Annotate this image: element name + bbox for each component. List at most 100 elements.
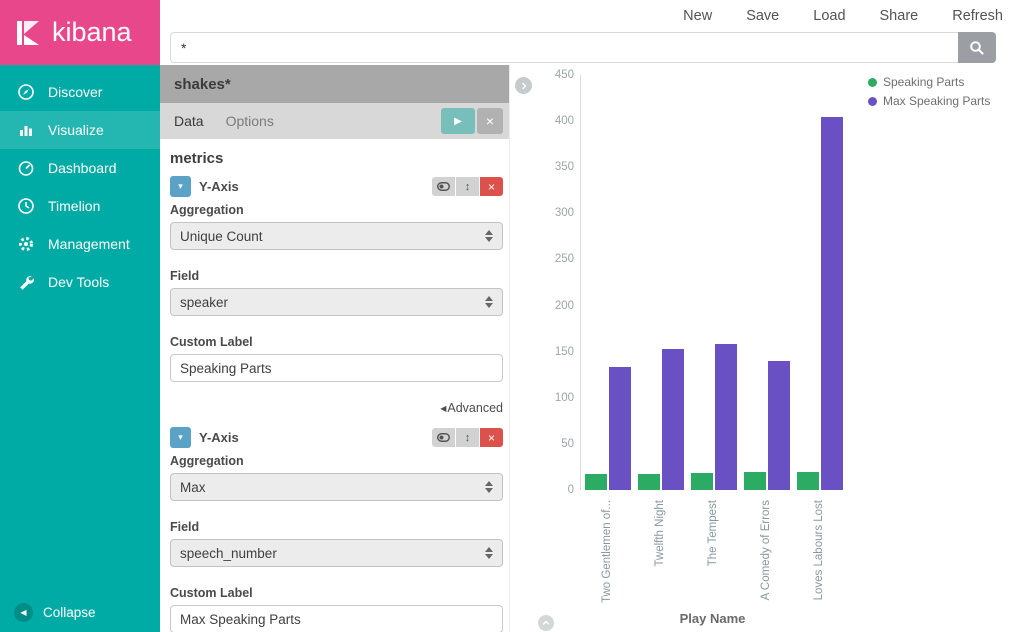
bar-series2[interactable] (768, 361, 790, 490)
caret-left-icon: ◀ (440, 404, 446, 413)
collapse-bottom-button[interactable] (538, 615, 554, 631)
bar-series2[interactable] (821, 117, 843, 491)
y-tick-label: 250 (510, 253, 574, 265)
field-group: Field speaker (170, 269, 503, 316)
x-axis-label: Loves Labours Lost (813, 500, 825, 610)
close-icon: × (488, 431, 495, 445)
legend-item[interactable]: Speaking Parts (868, 75, 990, 89)
select-value: speaker (180, 295, 228, 310)
save-button[interactable]: Save (746, 8, 779, 24)
wrench-icon (16, 273, 36, 291)
sidebar-item-dev-tools[interactable]: Dev Tools (0, 263, 160, 301)
custom-label-group: Custom Label (170, 586, 503, 632)
search-button[interactable] (958, 32, 996, 63)
x-axis-label: Two Gentlemen of... (601, 500, 613, 610)
field-label: Field (170, 520, 503, 534)
advanced-label: Advanced (447, 401, 503, 415)
field-group: Field speech_number (170, 520, 503, 567)
discard-changes-button[interactable]: × (477, 108, 503, 134)
tab-options[interactable]: Options (226, 113, 274, 129)
metric-actions: ↕ × (432, 428, 503, 447)
sidebar-nav: Discover Visualize Dashboard Timelion (0, 73, 160, 301)
chevron-up-icon (541, 618, 551, 628)
kibana-logo-icon (12, 17, 44, 49)
x-axis-label: Twelfth Night (654, 500, 666, 610)
sidebar: kibana Discover Visualize Dashboard (0, 0, 160, 632)
collapse-metric-button[interactable]: ▾ (170, 427, 191, 448)
up-down-arrows-icon: ↕ (465, 432, 471, 444)
aggregation-select[interactable]: Unique Count (170, 222, 503, 250)
sidebar-item-discover[interactable]: Discover (0, 73, 160, 111)
sidebar-item-label: Discover (48, 84, 102, 100)
y-tick-label: 300 (510, 207, 574, 219)
bar-chart-icon (16, 121, 36, 139)
legend-item[interactable]: Max Speaking Parts (868, 94, 990, 108)
bar-series2[interactable] (609, 367, 631, 490)
collapse-metric-button[interactable]: ▾ (170, 176, 191, 197)
tab-data[interactable]: Data (174, 113, 204, 129)
bar-series2[interactable] (715, 344, 737, 490)
remove-metric-button[interactable]: × (480, 177, 503, 196)
bar-series1[interactable] (691, 473, 713, 490)
collapse-left-icon: ◀ (14, 603, 33, 622)
select-value: speech_number (180, 546, 277, 561)
sidebar-item-visualize[interactable]: Visualize (0, 111, 160, 149)
y-tick-label: 450 (510, 69, 574, 81)
collapse-label: Collapse (43, 605, 96, 620)
kibana-app: kibana Discover Visualize Dashboard (0, 0, 1018, 632)
editor-body: metrics ▾ Y-Axis ↕ × (160, 139, 509, 632)
select-value: Unique Count (180, 229, 263, 244)
content: shakes* Data Options ▶ × metrics ▾ (160, 65, 1018, 632)
remove-metric-button[interactable]: × (480, 428, 503, 447)
disable-metric-button[interactable] (432, 177, 455, 196)
compass-icon (16, 83, 36, 101)
refresh-button[interactable]: Refresh (952, 8, 1003, 24)
bar-series1[interactable] (797, 472, 819, 490)
aggregation-select[interactable]: Max (170, 473, 503, 501)
sidebar-item-management[interactable]: Management (0, 225, 160, 263)
timelion-clock-icon (16, 197, 36, 215)
apply-changes-button[interactable]: ▶ (441, 108, 475, 134)
custom-label-label: Custom Label (170, 335, 503, 349)
select-carets-icon (485, 296, 493, 308)
new-button[interactable]: New (683, 8, 712, 24)
select-value: Max (180, 480, 206, 495)
kibana-logo[interactable]: kibana (0, 0, 160, 65)
custom-label-input[interactable] (170, 605, 503, 632)
advanced-link[interactable]: ◀Advanced (170, 401, 503, 415)
disable-metric-button[interactable] (432, 428, 455, 447)
field-select[interactable]: speech_number (170, 539, 503, 567)
metrics-heading: metrics (170, 150, 503, 167)
visualization-chart: 050100150200250300350400450 Speaking Par… (510, 65, 1018, 632)
reorder-metric-button[interactable]: ↕ (456, 177, 479, 196)
top-nav: New Save Load Share Refresh (160, 0, 1018, 32)
aggregation-label: Aggregation (170, 203, 503, 217)
bar-series1[interactable] (744, 472, 766, 490)
toggle-icon (437, 433, 450, 442)
bar-series2[interactable] (662, 349, 684, 490)
top-bar: New Save Load Share Refresh (160, 0, 1018, 65)
load-button[interactable]: Load (813, 8, 845, 24)
sidebar-collapse-button[interactable]: ◀ Collapse (0, 592, 160, 632)
sidebar-item-dashboard[interactable]: Dashboard (0, 149, 160, 187)
y-tick-label: 400 (510, 115, 574, 127)
sidebar-item-timelion[interactable]: Timelion (0, 187, 160, 225)
index-pattern-title: shakes* (160, 65, 509, 103)
sidebar-item-label: Dev Tools (48, 274, 109, 290)
close-icon: × (488, 180, 495, 194)
reorder-metric-button[interactable]: ↕ (456, 428, 479, 447)
legend-dot (868, 97, 877, 106)
query-bar (160, 32, 1018, 65)
bar-series1[interactable] (638, 474, 660, 490)
y-tick-label: 0 (510, 484, 574, 496)
aggregation-group: Aggregation Max (170, 454, 503, 501)
field-select[interactable]: speaker (170, 288, 503, 316)
bar-series1[interactable] (585, 474, 607, 490)
share-button[interactable]: Share (880, 8, 919, 24)
query-input[interactable] (170, 32, 958, 63)
logo-text: kibana (52, 17, 132, 48)
custom-label-input[interactable] (170, 354, 503, 382)
metric-header: ▾ Y-Axis ↕ × (170, 427, 503, 448)
y-tick-label: 200 (510, 300, 574, 312)
select-carets-icon (485, 230, 493, 242)
